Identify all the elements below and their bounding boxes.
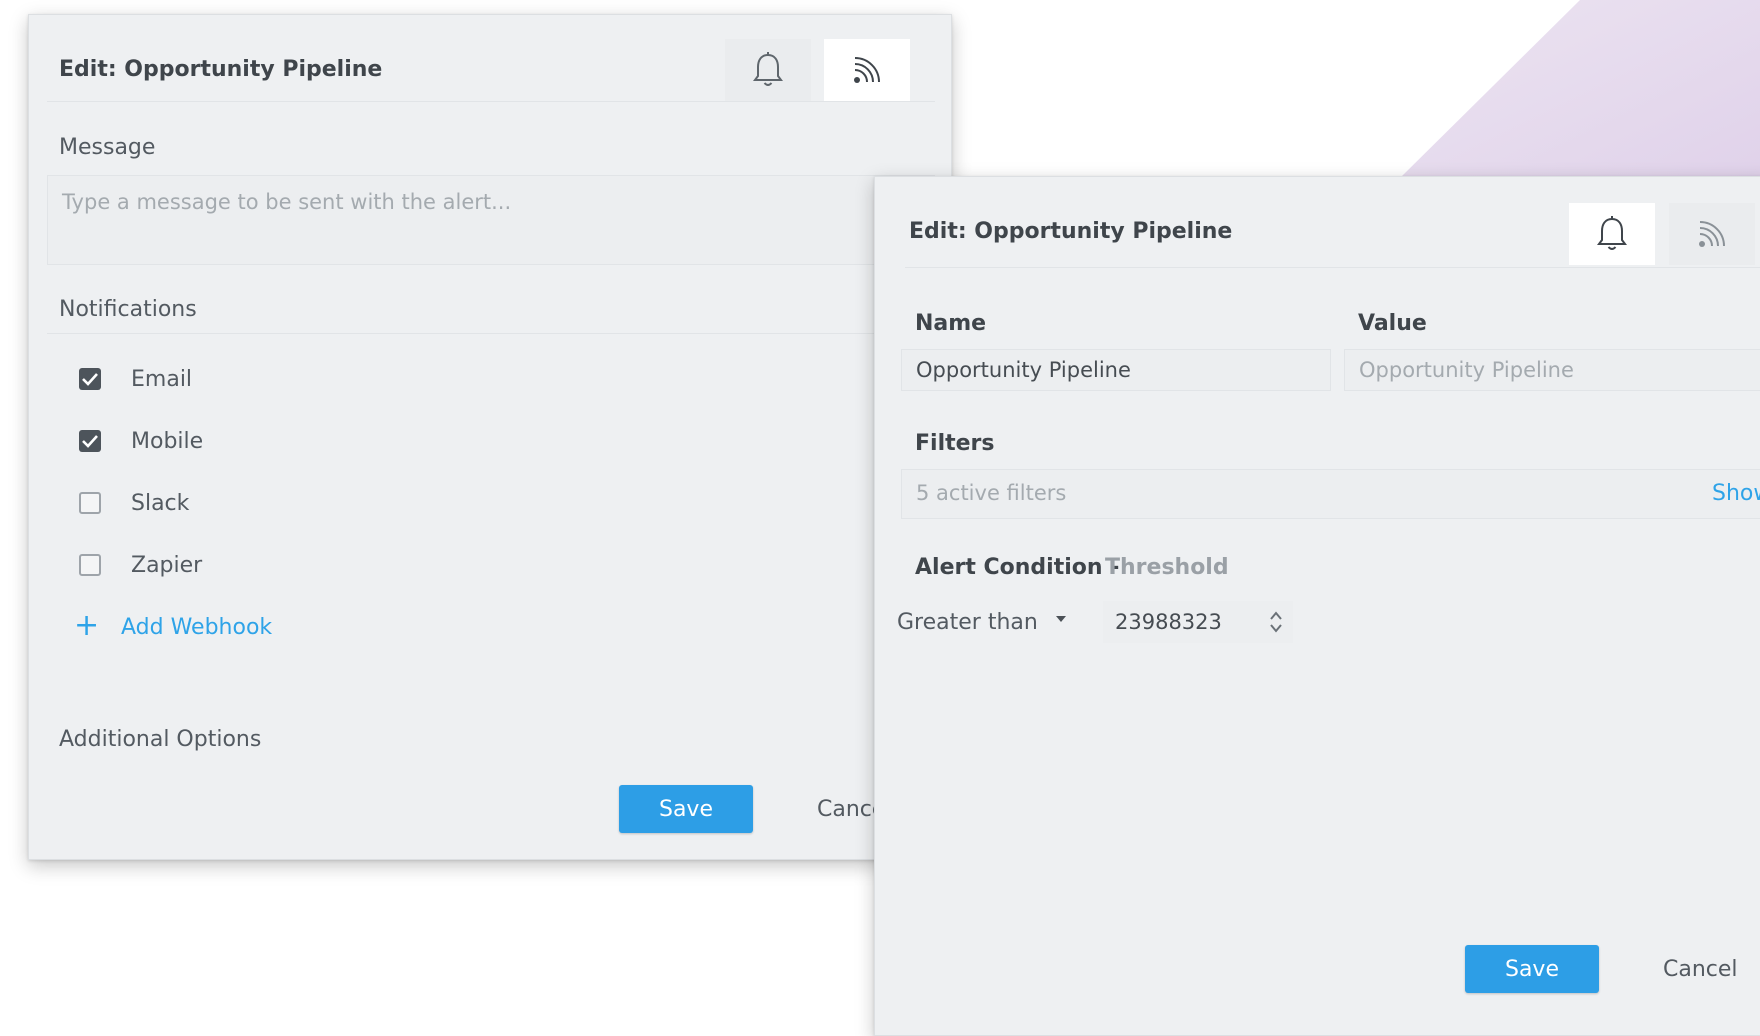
filters-show-link[interactable]: Show [1712,481,1760,506]
save-button[interactable]: Save [1465,945,1599,993]
alert-condition-label: Alert Condition - [915,555,1120,580]
slack-checkbox[interactable] [79,492,101,514]
value-input-placeholder: Opportunity Pipeline [1359,358,1574,382]
bell-icon [1597,216,1627,250]
feed-tab-button[interactable] [1669,203,1755,265]
mobile-label: Mobile [131,429,204,454]
message-placeholder: Type a message to be sent with the alert… [62,190,512,214]
panel-title: Edit: Opportunity Pipeline [59,57,383,82]
checkbox-checked-icon [82,373,98,386]
checkbox-checked-icon [82,435,98,448]
cancel-button[interactable]: Cancel [1663,957,1738,982]
message-textarea[interactable]: Type a message to be sent with the alert… [47,175,935,265]
alert-tab-button[interactable] [725,39,811,101]
filters-label: Filters [915,431,995,456]
zapier-checkbox[interactable] [79,554,101,576]
add-webhook-link[interactable]: Add Webhook [121,615,272,640]
notifications-label: Notifications [59,297,197,322]
comparator-select[interactable]: Greater than [897,601,1067,643]
panel-title: Edit: Opportunity Pipeline [909,219,1233,244]
stepper-icon[interactable] [1269,609,1283,635]
notifications-divider [47,333,935,334]
threshold-input[interactable]: 23988323 [1103,601,1293,643]
email-checkbox[interactable] [79,368,101,390]
filters-summary: 5 active filters [916,481,1067,505]
value-input[interactable]: Opportunity Pipeline [1344,349,1760,391]
rss-feed-icon [854,57,880,83]
caret-down-icon [1056,616,1066,622]
additional-options-label[interactable]: Additional Options [59,727,261,752]
header-divider [47,101,935,102]
comparator-value: Greater than [897,609,1038,635]
name-label: Name [915,311,987,336]
alert-tab-button[interactable] [1569,203,1655,265]
mobile-checkbox[interactable] [79,430,101,452]
bell-icon [753,52,783,86]
zapier-label: Zapier [131,553,203,578]
email-label: Email [131,367,193,392]
value-label: Value [1358,311,1427,336]
alert-edit-panel-condition: Edit: Opportunity Pipeline Name Value Op… [874,176,1760,1036]
name-input-value: Opportunity Pipeline [916,358,1131,382]
alert-condition-type: Threshold [1105,555,1229,580]
plus-icon[interactable]: + [74,611,99,641]
threshold-value: 23988323 [1115,610,1222,634]
name-input[interactable]: Opportunity Pipeline [901,349,1331,391]
message-label: Message [59,135,156,160]
rss-feed-icon [1699,221,1725,247]
alert-edit-panel-notifications: Edit: Opportunity Pipeline Message Type … [28,14,952,860]
filters-box: 5 active filters Show [901,469,1760,519]
header-divider [905,267,1760,268]
slack-label: Slack [131,491,190,516]
feed-tab-button[interactable] [824,39,910,101]
save-button[interactable]: Save [619,785,753,833]
